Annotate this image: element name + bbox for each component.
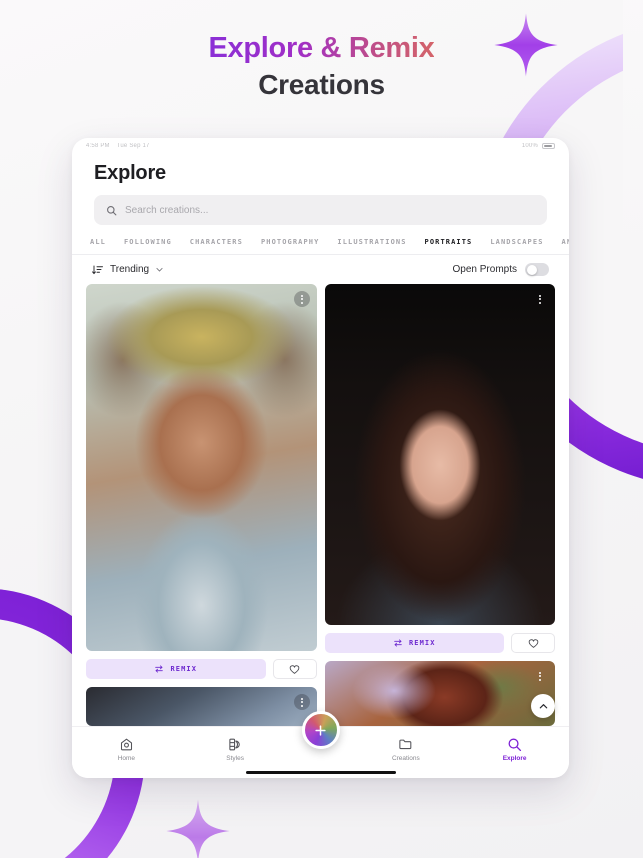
creation-image[interactable] xyxy=(324,661,555,726)
page-root: Explore & Remix Creations 4:58 PM Tue Se… xyxy=(0,0,643,858)
card-actions: REMIX xyxy=(86,659,317,680)
chevron-down-icon xyxy=(156,267,163,272)
arc-left-mask xyxy=(0,748,40,858)
creation-card[interactable] xyxy=(86,687,317,726)
tab-styles-label: Styles xyxy=(226,755,244,762)
home-camera-icon xyxy=(120,738,132,751)
status-date: Tue Sep 17 xyxy=(116,143,150,149)
scroll-to-top-button[interactable] xyxy=(531,694,555,718)
feed-toolbar: Trending Open Prompts xyxy=(72,255,569,284)
tab-creations-label: Creations xyxy=(391,755,420,762)
category-chip-photography[interactable]: PHOTOGRAPHY xyxy=(261,238,319,246)
sort-descending-icon xyxy=(92,265,103,274)
category-chip-row[interactable]: ALL FOLLOWING CHARACTERS PHOTOGRAPHY ILL… xyxy=(72,225,569,255)
swap-icon xyxy=(155,665,164,673)
heart-icon xyxy=(528,639,538,648)
category-chip-landscapes[interactable]: LANDSCAPES xyxy=(490,238,543,246)
remix-label: REMIX xyxy=(408,639,436,648)
creation-image[interactable] xyxy=(86,687,317,726)
kebab-menu-icon[interactable] xyxy=(532,291,548,307)
tab-styles[interactable]: Styles xyxy=(181,737,290,762)
category-chip-illustrations[interactable]: ILLUSTRATIONS xyxy=(337,238,406,246)
card-actions: REMIX xyxy=(324,633,555,654)
category-chip-animals[interactable]: ANIMALS xyxy=(562,238,569,246)
search-icon xyxy=(508,738,522,752)
tab-home[interactable]: Home xyxy=(72,737,181,762)
sort-dropdown[interactable]: Trending xyxy=(92,264,164,276)
remix-button[interactable]: REMIX xyxy=(324,633,504,654)
status-battery-percent: 100% xyxy=(521,143,538,149)
sort-label: Trending xyxy=(110,264,150,275)
battery-icon xyxy=(542,143,555,149)
creation-image[interactable] xyxy=(324,284,555,626)
category-chip-following[interactable]: FOLLOWING xyxy=(124,238,172,246)
category-chip-portraits[interactable]: PORTRAITS xyxy=(425,238,473,246)
tab-creations[interactable]: Creations xyxy=(352,737,461,762)
tab-explore-label: Explore xyxy=(502,755,527,762)
creations-feed[interactable]: REMIX REMIX xyxy=(72,284,569,726)
heart-icon xyxy=(289,664,300,674)
feed-column-left: REMIX xyxy=(86,284,317,726)
plus-icon xyxy=(315,724,326,736)
category-chip-characters[interactable]: CHARACTERS xyxy=(190,238,243,246)
page-title: Explore xyxy=(94,162,166,184)
creation-card[interactable] xyxy=(324,284,555,626)
open-prompts-toggle[interactable] xyxy=(525,263,549,276)
status-bar: 4:58 PM Tue Sep 17 100% xyxy=(72,138,569,154)
search-placeholder: Search creations... xyxy=(125,204,209,216)
creation-card[interactable] xyxy=(86,284,317,652)
bottom-tab-bar[interactable]: Home Styles Creations Explore xyxy=(72,711,569,778)
kebab-menu-icon[interactable] xyxy=(293,694,310,711)
search-input[interactable]: Search creations... xyxy=(94,195,547,225)
device-frame: 4:58 PM Tue Sep 17 100% Explore Search c… xyxy=(72,138,569,778)
remix-label: REMIX xyxy=(170,665,198,674)
open-prompts-control[interactable]: Open Prompts xyxy=(453,263,549,276)
feed-column-right: REMIX xyxy=(324,284,555,726)
remix-button[interactable]: REMIX xyxy=(86,659,266,680)
tab-explore[interactable]: Explore xyxy=(460,737,569,762)
open-prompts-label: Open Prompts xyxy=(452,264,517,275)
creation-image[interactable] xyxy=(86,284,317,652)
creation-card[interactable] xyxy=(324,661,555,726)
category-chip-all[interactable]: ALL xyxy=(90,238,106,246)
like-button[interactable] xyxy=(272,659,317,680)
headline-line-2: Creations xyxy=(258,69,385,100)
home-indicator xyxy=(245,771,396,774)
swap-icon xyxy=(394,639,402,647)
toggle-knob xyxy=(526,264,537,275)
kebab-menu-icon[interactable] xyxy=(293,291,310,307)
status-time: 4:58 PM xyxy=(86,143,110,149)
headline-line-1: Explore & Remix xyxy=(208,32,435,64)
folder-icon xyxy=(399,739,412,750)
chevron-up-icon xyxy=(539,703,547,708)
like-button[interactable] xyxy=(511,633,555,654)
search-icon xyxy=(107,205,117,215)
palette-icon xyxy=(228,738,240,751)
create-button[interactable] xyxy=(301,711,340,749)
tab-home-label: Home xyxy=(117,755,136,762)
app-screen: Explore Search creations... ALL FOLLOWIN… xyxy=(72,154,569,778)
page-headline: Explore & Remix Creations xyxy=(0,32,643,101)
sparkle-icon xyxy=(165,798,231,858)
